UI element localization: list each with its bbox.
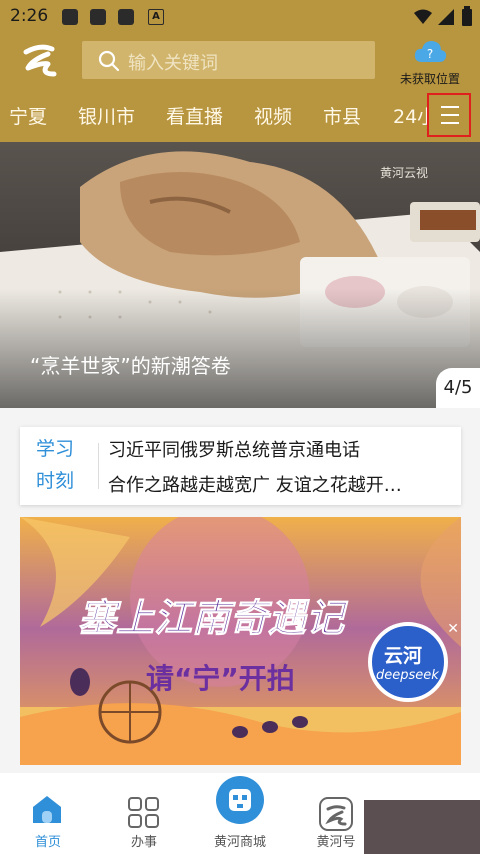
signal-icon	[438, 9, 454, 25]
carousel-pager: 4/5	[436, 368, 480, 408]
divider	[98, 443, 99, 489]
promo-banner[interactable]: 塞上江南奇遇记 请“宁”开拍 云河 deepseek ✕	[20, 517, 461, 765]
channel-tabs: 宁夏 银川市 看直播 视频 市县 24小	[0, 90, 480, 142]
location-button[interactable]: ? 未获取位置	[394, 38, 466, 87]
study-time-card[interactable]: 学习 时刻 习近平同俄罗斯总统普京通电话 合作之路越走越宽广 友谊之花越开…	[20, 427, 461, 505]
svg-text:?: ?	[427, 47, 433, 61]
battery-icon	[462, 6, 472, 26]
location-label: 未获取位置	[399, 72, 460, 86]
shop-icon	[216, 776, 264, 824]
notification-icon	[118, 9, 134, 25]
tab-video[interactable]: 视频	[254, 102, 292, 129]
yellow-river-logo-icon	[319, 797, 353, 831]
corner-overlay	[364, 800, 480, 854]
channel-menu-button[interactable]	[427, 93, 471, 137]
search-placeholder: 输入关键词	[128, 53, 218, 74]
hero-caption: “烹羊世家”的新潮答卷	[30, 354, 231, 378]
close-icon[interactable]: ✕	[447, 621, 459, 637]
app-logo-icon[interactable]	[18, 40, 62, 80]
grid-icon	[128, 797, 159, 828]
badge-main: 云河	[384, 645, 423, 667]
notification-a-icon: A	[148, 9, 164, 25]
hero-carousel[interactable]: 黄河云视 “烹羊世家”的新潮答卷 4/5	[0, 142, 480, 408]
search-icon	[98, 50, 120, 72]
watermark: 黄河云视	[380, 166, 429, 180]
clock: 2:26	[10, 6, 49, 26]
tab-counties[interactable]: 市县	[323, 102, 361, 129]
notification-icon	[90, 9, 106, 25]
nav-services[interactable]: 办事	[96, 773, 192, 854]
banner-title: 塞上江南奇遇记	[77, 596, 345, 641]
banner-subtitle: 请“宁”开拍	[146, 662, 295, 695]
tab-live[interactable]: 看直播	[166, 102, 223, 129]
app-header: 输入关键词 ? 未获取位置	[0, 34, 480, 90]
status-bar: 2:26 A	[0, 0, 480, 34]
home-icon	[33, 796, 61, 823]
cloud-question-icon: ?	[414, 41, 447, 62]
badge-sub: deepseek	[376, 668, 439, 683]
tab-yinchuan[interactable]: 银川市	[78, 102, 135, 129]
wifi-icon	[414, 9, 432, 24]
headline-2[interactable]: 合作之路越走越宽广 友谊之花越开…	[108, 471, 402, 497]
headline-1[interactable]: 习近平同俄罗斯总统普京通电话	[108, 436, 360, 462]
notification-icon	[62, 9, 78, 25]
nav-shop[interactable]: 黄河商城	[192, 773, 288, 854]
study-tag: 学习 时刻	[36, 438, 75, 492]
search-bar[interactable]: 输入关键词	[82, 41, 375, 79]
nav-home[interactable]: 首页	[0, 773, 96, 854]
tab-ningxia[interactable]: 宁夏	[9, 102, 47, 129]
